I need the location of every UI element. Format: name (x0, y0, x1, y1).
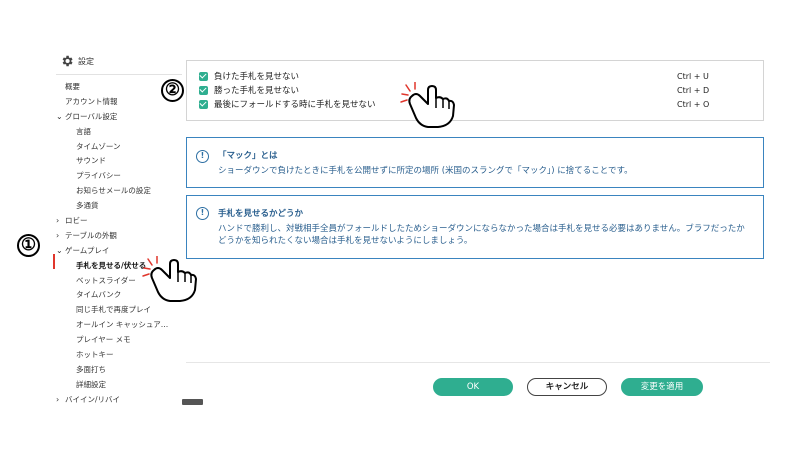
footer-divider (186, 362, 770, 363)
sidebar-item-label: 概要 (65, 82, 80, 91)
sidebar-item-label: ゲームプレイ (65, 245, 110, 255)
sidebar-item-label: プレイヤー メモ (76, 335, 131, 345)
info-icon: ! (196, 150, 209, 163)
sidebar-item[interactable]: 詳細設定 (56, 378, 182, 393)
sidebar-item-label: ロビー (65, 216, 88, 226)
settings-title: 設定 (78, 56, 94, 66)
sidebar-item[interactable]: プライバシー (56, 169, 182, 184)
sidebar-item-label: 手札を見せる/伏せる (76, 260, 147, 270)
sidebar-item-label: ベットスライダー (76, 275, 136, 285)
chevron-right-icon[interactable]: › (56, 214, 65, 229)
sidebar-divider (56, 74, 182, 75)
sidebar-item[interactable]: › ロビー (56, 214, 182, 229)
info-icon: ! (196, 207, 209, 220)
hotkey-label: Ctrl + U (677, 71, 709, 81)
hotkey-label: Ctrl + D (677, 85, 710, 95)
sidebar-item[interactable]: › バイイン/リバイ (56, 393, 182, 408)
settings-header: 設定 (60, 52, 180, 70)
info-box-muck: ! 「マック」とは ショーダウンで負けたときに手札を公開せずに所定の場所 (米国… (186, 137, 764, 188)
sidebar-item-label: プライバシー (76, 171, 121, 181)
sidebar-item-label: グローバル設定 (65, 111, 118, 121)
settings-sidebar: 設定 概要 アカウント情報 ⌄ グローバル設定 言語 タイムゾーン サウンド プライバシー お知… (0, 0, 182, 450)
sidebar-item-label: 詳細設定 (76, 379, 106, 389)
sidebar-item-label: アカウント情報 (65, 96, 118, 106)
pointing-hand-icon (400, 82, 455, 128)
chevron-right-icon[interactable]: › (56, 393, 65, 408)
hotkey-label: Ctrl + O (677, 99, 710, 109)
cancel-button[interactable]: キャンセル (527, 378, 607, 396)
apply-changes-button[interactable]: 変更を適用 (621, 378, 703, 396)
annotation-marker-1: ① (17, 234, 40, 257)
sidebar-item[interactable]: › テーブルの外観 (56, 229, 182, 244)
sidebar-item-label: オールイン キャッシュア… (76, 320, 169, 330)
info-box-show-cards: ! 手札を見せるかどうか ハンドで勝利し、対戦相手全員がフォールドしたためショー… (186, 195, 764, 259)
pointing-hand-icon (142, 256, 197, 302)
sidebar-item-label: 多通貨 (76, 201, 99, 211)
sidebar-item-label: お知らせメールの設定 (76, 186, 151, 196)
sidebar-item-label: 同じ手札で再度プレイ (76, 305, 151, 315)
sidebar-item-label: バイイン/リバイ (65, 394, 121, 404)
sidebar-item[interactable]: サウンド (56, 154, 182, 169)
ok-button[interactable]: OK (433, 378, 513, 396)
gear-icon (62, 55, 73, 67)
info-title: 手札を見せるかどうか (218, 209, 304, 219)
sidebar-item[interactable]: 同じ手札で再度プレイ (56, 303, 182, 318)
sidebar-item-label: 多面打ち (76, 364, 106, 374)
option-row-hide-last-fold[interactable]: 最後にフォールドする時に手札を見せない Ctrl + O (199, 97, 759, 111)
sidebar-item[interactable]: オールイン キャッシュア… (56, 318, 182, 333)
chevron-down-icon[interactable]: ⌄ (56, 244, 65, 259)
info-title: 「マック」とは (218, 151, 278, 161)
sidebar-item-label: 言語 (76, 126, 91, 136)
checkbox-hide-winning[interactable] (199, 85, 208, 95)
annotation-marker-2: ② (161, 79, 184, 102)
sidebar-item[interactable]: 多面打ち (56, 363, 182, 378)
hotkey-options-box: 負けた手札を見せない Ctrl + U 勝った手札を見せない Ctrl + D … (186, 60, 764, 121)
info-text: ハンドで勝利し、対戦相手全員がフォールドしたためショーダウンにならなかった場合は… (218, 224, 745, 246)
checkbox-hide-last-fold[interactable] (199, 99, 208, 109)
sidebar-item[interactable]: お知らせメールの設定 (56, 184, 182, 199)
sidebar-scroll-thumb[interactable] (182, 399, 203, 405)
info-text: ショーダウンで負けたときに手札を公開せずに所定の場所 (米国のスラングで「マック… (218, 166, 633, 176)
sidebar-item[interactable]: ホットキー (56, 348, 182, 363)
active-indicator (53, 254, 55, 269)
sidebar-item-label: サウンド (76, 156, 106, 166)
option-row-hide-losing[interactable]: 負けた手札を見せない Ctrl + U (199, 69, 759, 83)
option-row-hide-winning[interactable]: 勝った手札を見せない Ctrl + D (199, 83, 759, 97)
chevron-right-icon[interactable]: › (56, 229, 65, 244)
settings-nav: 概要 アカウント情報 ⌄ グローバル設定 言語 タイムゾーン サウンド プライバシー お知らせメ… (56, 80, 182, 408)
sidebar-item-label: ホットキー (76, 350, 114, 360)
sidebar-item[interactable]: タイムゾーン (56, 140, 182, 155)
sidebar-item-label: タイムバンク (76, 290, 122, 300)
chevron-down-icon[interactable]: ⌄ (56, 110, 65, 125)
sidebar-item-label: テーブルの外観 (65, 230, 118, 240)
sidebar-item[interactable]: ⌄ グローバル設定 (56, 110, 182, 125)
sidebar-item[interactable]: 多通貨 (56, 199, 182, 214)
sidebar-item-label: タイムゾーン (76, 141, 121, 151)
sidebar-item[interactable]: 言語 (56, 125, 182, 140)
checkbox-hide-losing[interactable] (199, 71, 208, 81)
sidebar-item[interactable]: プレイヤー メモ (56, 333, 182, 348)
